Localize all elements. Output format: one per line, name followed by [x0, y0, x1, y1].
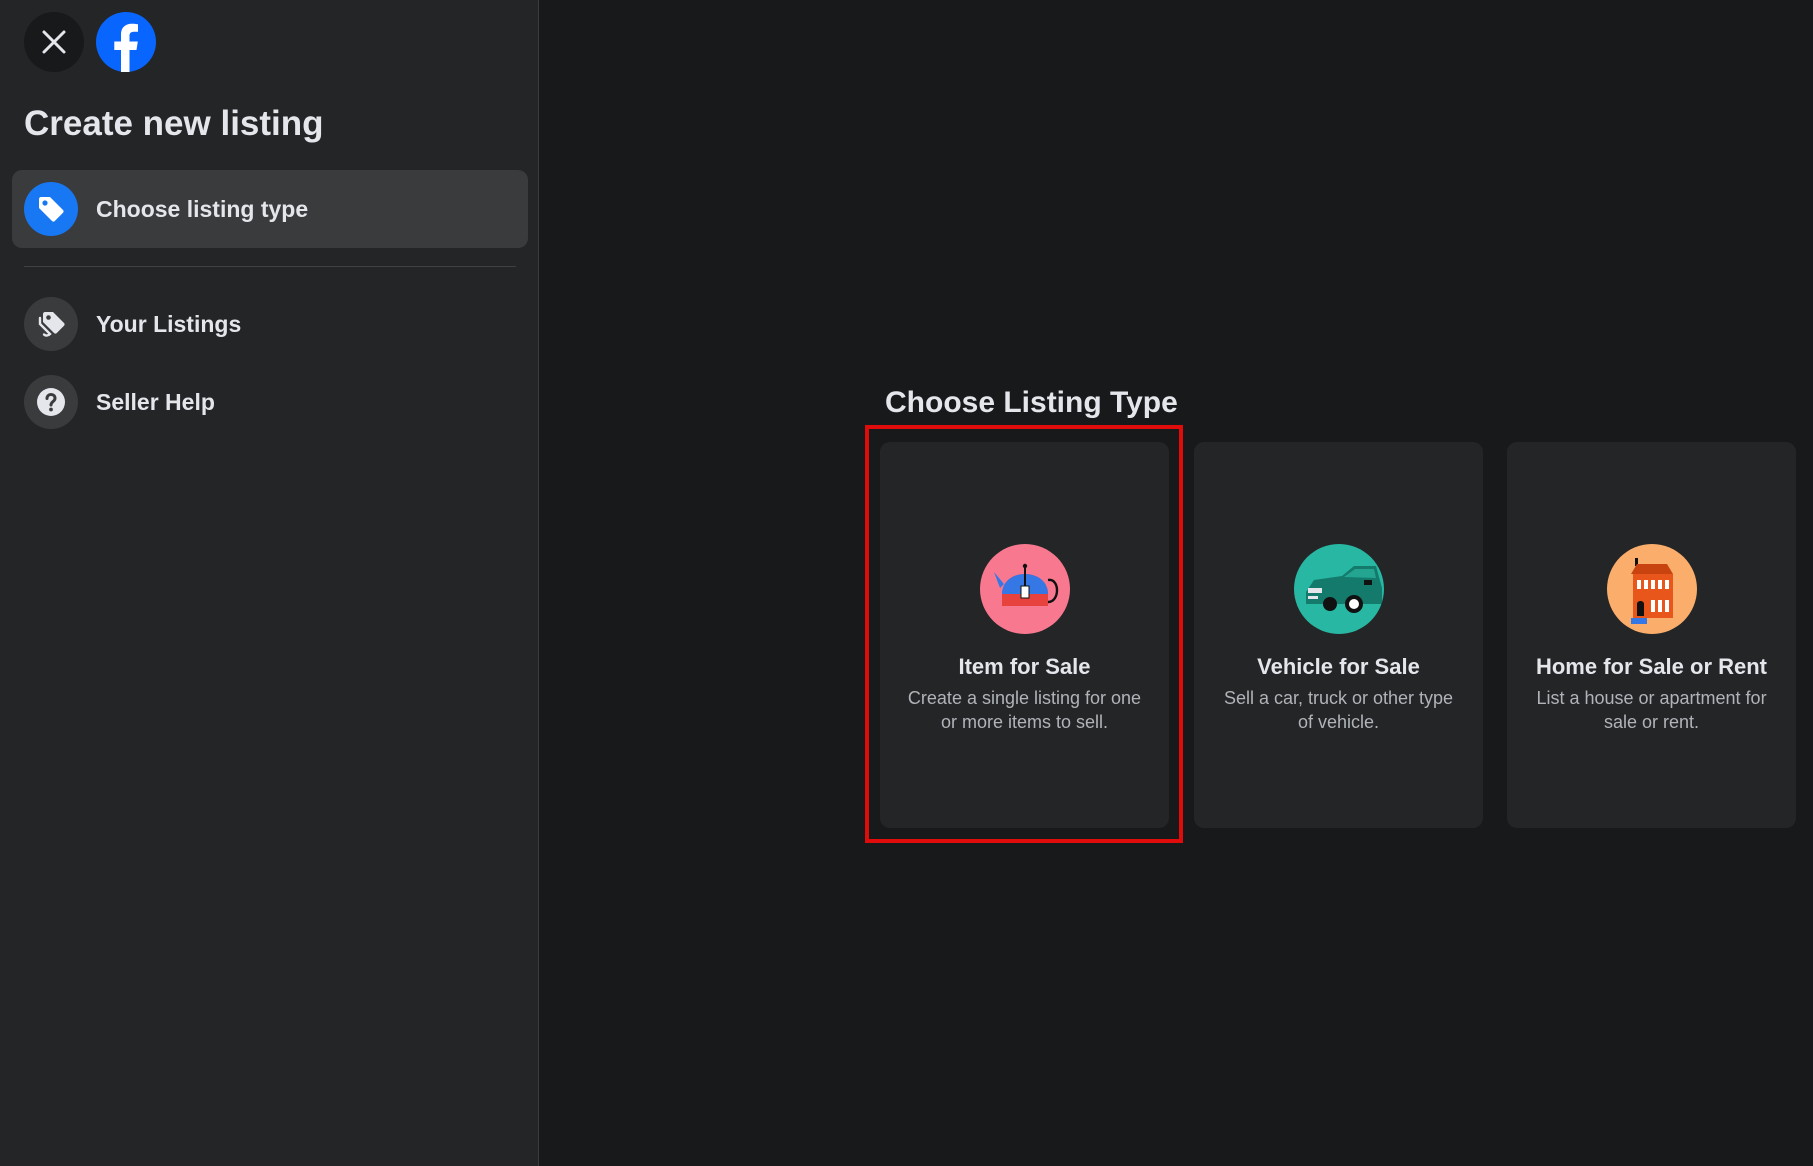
sidebar-item-label: Your Listings — [96, 310, 242, 337]
sidebar-item-choose-listing-type[interactable]: Choose listing type — [12, 170, 528, 248]
page-title: Choose Listing Type — [885, 386, 1178, 419]
card-description: List a house or apartment for sale or re… — [1536, 688, 1767, 732]
card-description: Sell a car, truck or other type of vehic… — [1223, 688, 1454, 732]
card-title: Home for Sale or Rent — [1535, 654, 1768, 679]
sidebar-item-label: Seller Help — [96, 388, 215, 415]
card-title: Vehicle for Sale — [1257, 654, 1420, 679]
topbar — [24, 12, 156, 72]
sidebar-divider — [24, 266, 516, 267]
listing-type-card-home-for-sale-or-rent[interactable]: Home for Sale or Rent List a house or ap… — [1507, 442, 1796, 828]
sidebar-title: Create new listing — [24, 104, 324, 143]
facebook-logo[interactable] — [96, 12, 156, 72]
help-icon — [24, 375, 78, 429]
vehicle-icon — [1293, 544, 1384, 634]
sidebar-item-your-listings[interactable]: Your Listings — [12, 285, 528, 363]
sidebar-item-label: Choose listing type — [96, 195, 309, 222]
listing-type-card-vehicle-for-sale[interactable]: Vehicle for Sale Sell a car, truck or ot… — [1194, 442, 1483, 828]
card-description: Create a single listing for one or more … — [907, 688, 1142, 732]
item-for-sale-icon — [979, 544, 1070, 634]
close-icon — [42, 30, 66, 54]
card-title: Item for Sale — [958, 654, 1091, 679]
listing-type-card-item-for-sale[interactable]: Item for Sale Create a single listing fo… — [880, 442, 1169, 828]
tags-icon — [24, 297, 78, 351]
tag-icon — [24, 182, 78, 236]
house-icon — [1606, 544, 1697, 634]
sidebar-item-seller-help[interactable]: Seller Help — [12, 363, 528, 441]
sidebar: Create new listing Choose listing type Y… — [0, 0, 539, 1166]
facebook-logo-icon — [96, 12, 156, 72]
close-button[interactable] — [24, 12, 84, 72]
